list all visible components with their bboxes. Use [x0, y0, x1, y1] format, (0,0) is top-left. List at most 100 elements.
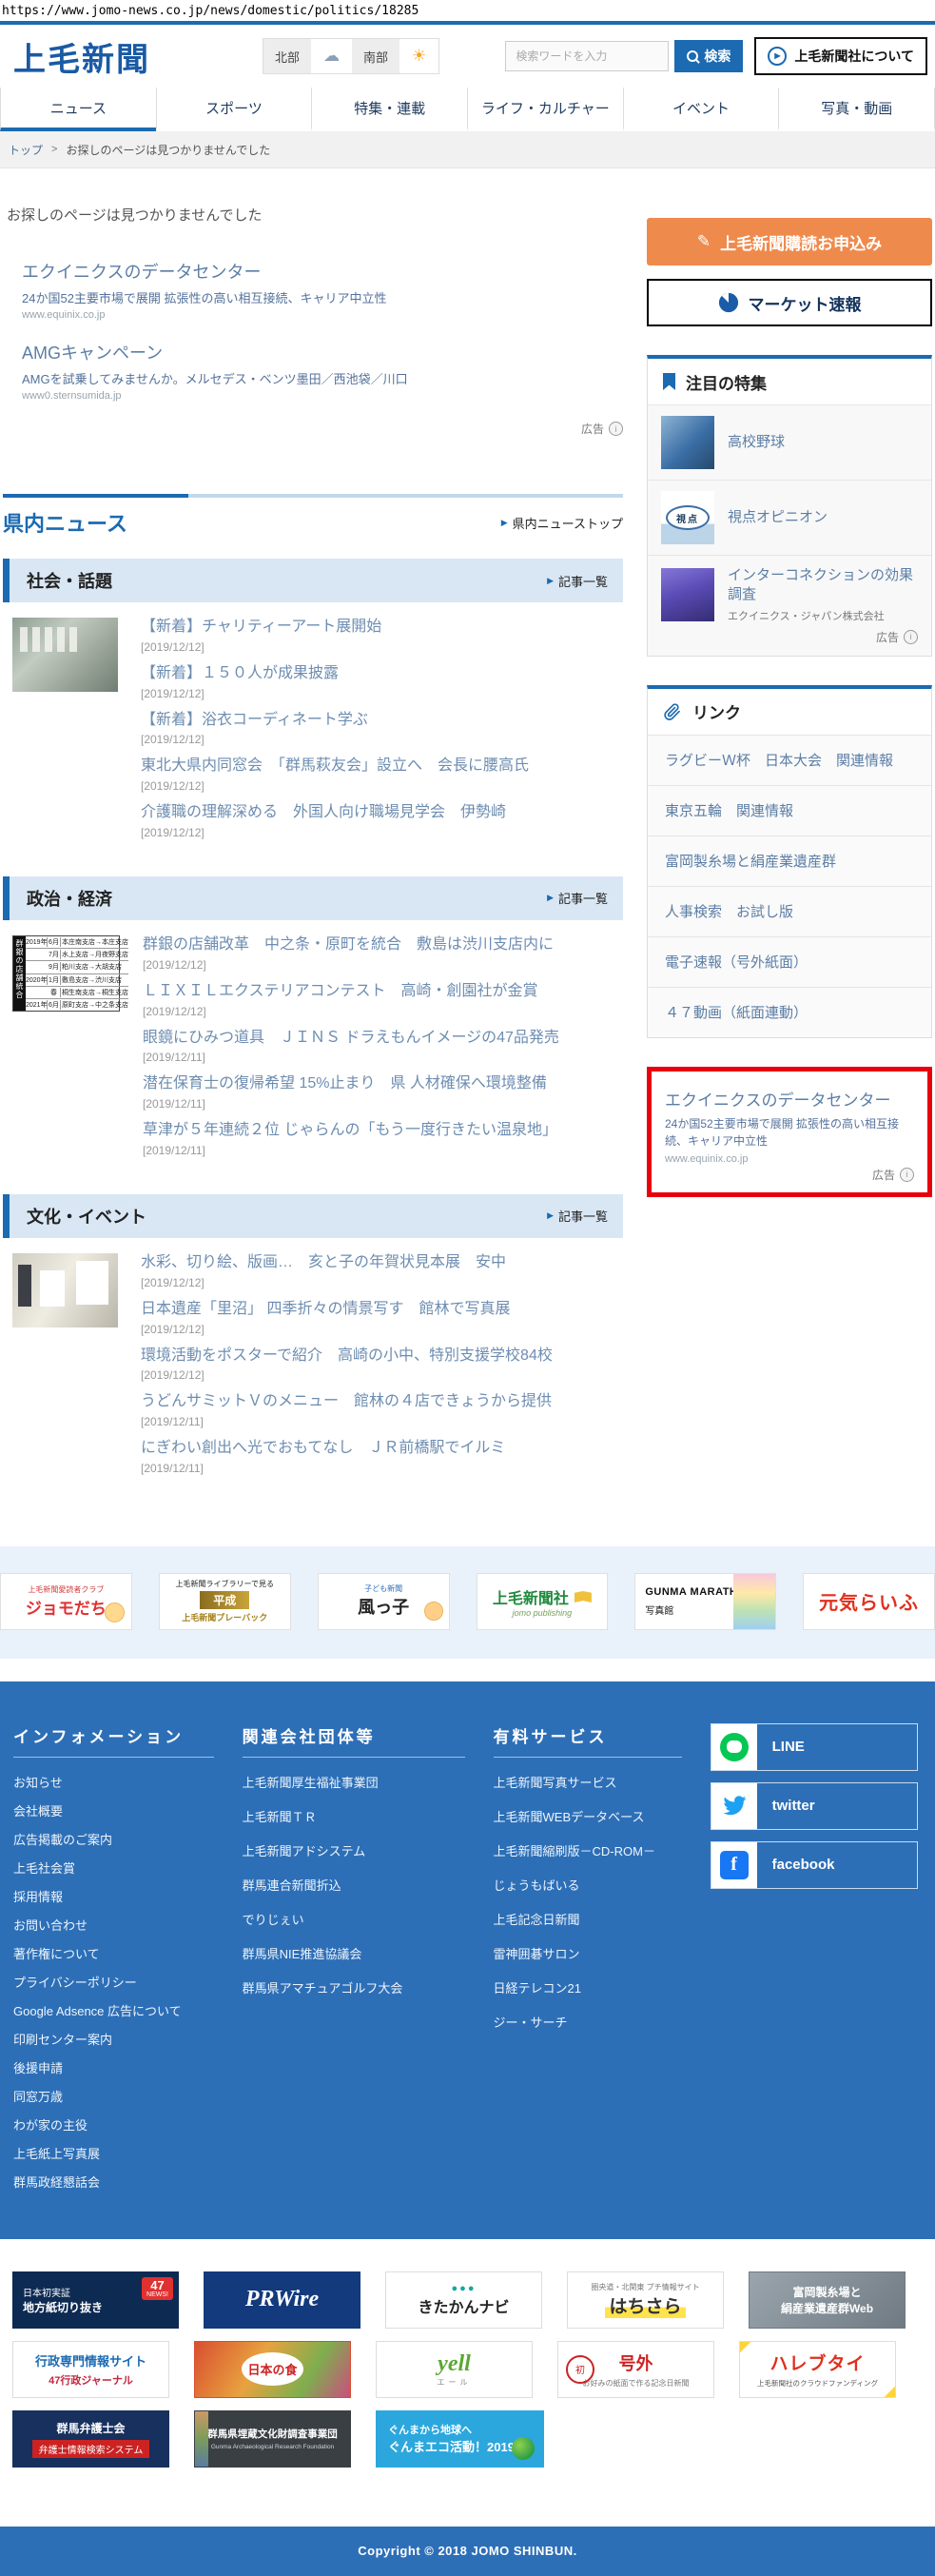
site-logo[interactable]: 上毛新聞 — [13, 33, 150, 80]
footer-link[interactable]: 広告掲載のご案内 — [13, 1830, 214, 1848]
sidebar-link-jinji[interactable]: 人事検索 お試し版 — [648, 886, 931, 937]
ad-title[interactable]: エクイニクスのデータセンター — [22, 259, 623, 284]
footer-link[interactable]: 上毛紙上写真展 — [13, 2144, 214, 2162]
article-title[interactable]: 日本遺産「里沼」 四季折々の情景写す 館林で写真展 — [141, 1300, 623, 1320]
partner-gunma-marathon[interactable]: GUNMA MARATHON 写真館 — [634, 1572, 777, 1630]
footer-link[interactable]: 群馬連合新聞折込 — [243, 1876, 465, 1894]
footer-link[interactable]: プライバシーポリシー — [13, 1973, 214, 1991]
sidebar-link-olympics[interactable]: 東京五輪 関連情報 — [648, 785, 931, 836]
article-title[interactable]: ＬＩＸＩＬエクステリアコンテスト 高崎・創園社が金賞 — [143, 982, 623, 1002]
banner-bar-association[interactable]: 群馬弁護士会 弁護士情報検索システム — [12, 2409, 169, 2468]
footer-link[interactable]: ジー・サーチ — [494, 2013, 682, 2031]
social-line-button[interactable]: LINE — [710, 1722, 918, 1771]
sidebar-link-tomioka[interactable]: 富岡製糸場と絹産業遺産群 — [648, 836, 931, 887]
footer-link[interactable]: 上毛社会賞 — [13, 1858, 214, 1877]
footer-link[interactable]: お問い合わせ — [13, 1916, 214, 1934]
prefecture-news-top-link[interactable]: ▶ 県内ニューストップ — [501, 514, 623, 532]
banner-archaeology-foundation[interactable]: 群馬県埋蔵文化財調査事業団 Gunma Archaeological Resea… — [194, 2409, 351, 2468]
partner-genki-life[interactable]: 元気らいふ — [803, 1572, 935, 1630]
banner-kitakan-navi[interactable]: ●●● きたかんナビ — [385, 2271, 542, 2329]
footer-link[interactable]: 後援申請 — [13, 2058, 214, 2076]
tab-photo-video[interactable]: 写真・動画 — [778, 88, 935, 131]
article-title[interactable]: 群銀の店舗改革 中之条・原町を統合 敷島は渋川支店内に — [143, 935, 623, 955]
text-ad[interactable]: エクイニクスのデータセンター 24か国52主要市場で展開 拡張性の高い相互接続、… — [22, 259, 623, 321]
article-thumbnail[interactable] — [12, 618, 118, 692]
footer-link[interactable]: じょうもばいる — [494, 1876, 682, 1894]
featured-item[interactable]: 視点 視点オピニオン — [648, 481, 931, 556]
article-title[interactable]: にぎわい創出へ光でおもてなし ＪＲ前橋駅でイルミ — [141, 1439, 623, 1459]
footer-link[interactable]: 上毛新聞厚生福祉事業団 — [243, 1773, 465, 1791]
info-icon[interactable]: i — [900, 1167, 914, 1182]
article-list-link[interactable]: ▶ 記事一覧 — [547, 889, 608, 907]
search-input[interactable] — [505, 41, 670, 71]
article-title[interactable]: 介護職の理解深める 外国人向け職場見学会 伊勢崎 — [141, 803, 623, 823]
article-title[interactable]: 水彩、切り絵、版画… 亥と子の年賀状見本展 安中 — [141, 1253, 623, 1273]
footer-link[interactable]: 会社概要 — [13, 1801, 214, 1819]
article-title[interactable]: 環境活動をポスターで紹介 高崎の小中、特別支援学校84校 — [141, 1347, 623, 1367]
article-thumbnail-table[interactable]: 群銀の店舗統合 2019年 6月 本庄南支店→本庄支店 7月 水上支店→月夜野支店 9… — [12, 934, 128, 1012]
tab-life-culture[interactable]: ライフ・カルチャー — [467, 88, 623, 131]
footer-link[interactable]: Google Adsence 広告について — [13, 2001, 214, 2019]
footer-link[interactable]: 同窓万歳 — [13, 2087, 214, 2105]
article-title[interactable]: 【新着】浴衣コーディネート学ぶ — [141, 711, 623, 731]
partner-kazekko[interactable]: 子ども新聞 風っ子 — [317, 1572, 450, 1630]
banner-47news[interactable]: 日本初実証 地方紙切り抜き 47 NEWS! — [12, 2271, 179, 2329]
article-title[interactable]: 東北大県内同窓会 「群馬萩友会」設立へ 会長に腰高氏 — [141, 757, 623, 777]
footer-link[interactable]: 採用情報 — [13, 1887, 214, 1905]
partner-heisei-playback[interactable]: 上毛新聞ライブラリーで見る 平成 上毛新聞プレーバック — [158, 1572, 291, 1630]
info-icon[interactable]: i — [904, 629, 918, 644]
footer-link[interactable]: 印刷センター案内 — [13, 2030, 214, 2048]
footer-link[interactable]: わが家の主役 — [13, 2115, 214, 2134]
footer-link[interactable]: 上毛記念日新聞 — [494, 1910, 682, 1928]
banner-harebutai[interactable]: ハレブタイ 上毛新聞社のクラウドファンディング — [739, 2340, 896, 2398]
article-title[interactable]: 【新着】１５０人が成果披露 — [141, 664, 623, 684]
footer-link[interactable]: 群馬政経懇話会 — [13, 2173, 214, 2191]
tab-features[interactable]: 特集・連載 — [311, 88, 467, 131]
banner-gogai[interactable]: 初 号外 お好みの紙面で作る記念日新聞 — [557, 2340, 714, 2398]
footer-link[interactable]: 雷神囲碁サロン — [494, 1944, 682, 1962]
article-list-link[interactable]: ▶ 記事一覧 — [547, 572, 608, 590]
banner-gunma-eco[interactable]: ぐんまから地球へ ぐんまエコ活動！2019 — [376, 2409, 544, 2468]
partner-jomodachi[interactable]: 上毛新聞愛読者クラブ ジョモだち — [0, 1572, 132, 1630]
footer-link[interactable]: 群馬県アマチュアゴルフ大会 — [243, 1978, 465, 1996]
featured-label[interactable]: 視点オピニオン — [728, 508, 828, 527]
featured-label[interactable]: インターコネクションの効果調査 — [728, 566, 918, 605]
featured-ad-item[interactable]: インターコネクションの効果調査 エクイニクス・ジャパン株式会社 広告 i — [648, 556, 931, 656]
article-list-link[interactable]: ▶ 記事一覧 — [547, 1207, 608, 1225]
article-title[interactable]: 草津が５年連続２位 じゃらんの「もう一度行きたい温泉地」 — [143, 1121, 623, 1141]
footer-link[interactable]: 著作権について — [13, 1944, 214, 1962]
footer-link[interactable]: 上毛新聞縮刷版－CD-ROM－ — [494, 1841, 682, 1859]
banner-nihon-no-shoku[interactable]: 日本の食 — [194, 2340, 351, 2398]
footer-link[interactable]: お知らせ — [13, 1773, 214, 1791]
article-thumbnail[interactable] — [12, 1252, 118, 1327]
breadcrumb-home[interactable]: トップ — [9, 142, 43, 158]
article-title[interactable]: 潜在保育士の復帰希望 15%止まり 県 人材確保へ環境整備 — [143, 1074, 623, 1094]
about-company-button[interactable]: ▶ 上毛新聞社について — [754, 37, 927, 75]
search-button[interactable]: 検索 — [674, 40, 744, 72]
banner-tomioka-silk[interactable]: 富岡製糸場と 絹産業遺産群Web — [749, 2271, 906, 2329]
footer-link[interactable]: 群馬県NIE推進協議会 — [243, 1944, 465, 1962]
footer-link[interactable]: 上毛新聞アドシステム — [243, 1841, 465, 1859]
featured-item[interactable]: 高校野球 — [648, 405, 931, 481]
banner-yell[interactable]: yell エール — [376, 2340, 533, 2398]
banner-gyosei-journal[interactable]: 行政専門情報サイト 47行政ジャーナル — [12, 2340, 169, 2398]
sidebar-link-denshi[interactable]: 電子速報（号外紙面） — [648, 936, 931, 988]
sidebar-link-47video[interactable]: ４７動画（紙面連動） — [648, 987, 931, 1037]
subscribe-button[interactable]: ✎ 上毛新聞購読お申込み — [647, 218, 932, 265]
tab-events[interactable]: イベント — [622, 88, 779, 131]
sidebar-link-rugby[interactable]: ラグビーＷ杯 日本大会 関連情報 — [648, 735, 931, 786]
tab-news[interactable]: ニュース — [0, 88, 156, 131]
market-report-button[interactable]: マーケット速報 — [647, 279, 932, 326]
article-title[interactable]: 【新着】チャリティーアート展開始 — [141, 618, 623, 638]
ad-title[interactable]: エクイニクスのデータセンター — [665, 1087, 914, 1111]
ad-title[interactable]: AMGキャンペーン — [22, 340, 623, 364]
social-twitter-button[interactable]: twitter — [710, 1781, 918, 1830]
info-icon[interactable]: i — [609, 422, 623, 436]
article-title[interactable]: うどんサミットＶのメニュー 館林の４店できょうから提供 — [141, 1392, 623, 1412]
article-title[interactable]: 眼鏡にひみつ道具 ＪＩＮＳ ドラえもんイメージの47品発売 — [143, 1029, 623, 1049]
banner-prwire[interactable]: PRWire — [204, 2271, 360, 2329]
footer-link[interactable]: 上毛新聞WEBデータベース — [494, 1807, 682, 1825]
footer-link[interactable]: でりじぇい — [243, 1910, 465, 1928]
banner-hachisara[interactable]: 圏央道・北関東 プチ情報サイト はちさら — [567, 2271, 724, 2329]
footer-link[interactable]: 上毛新聞写真サービス — [494, 1773, 682, 1791]
